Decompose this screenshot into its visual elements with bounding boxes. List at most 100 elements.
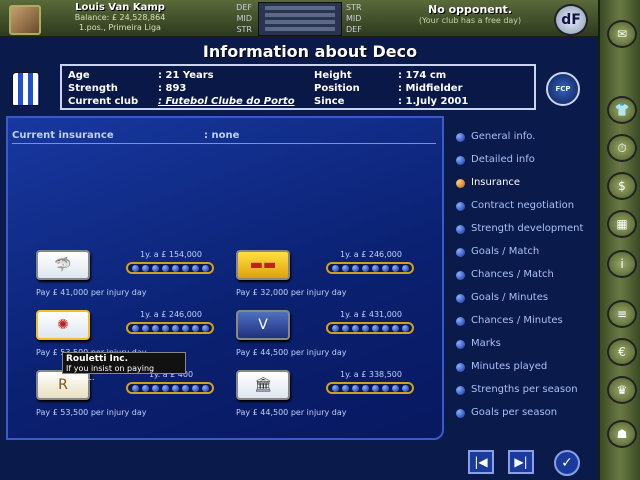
menu-label: Strength development [471, 223, 584, 234]
club-label: Current club [68, 96, 139, 107]
shark-icon[interactable]: 🦈 [36, 250, 90, 280]
bullet-icon [456, 179, 465, 188]
next-player-button[interactable]: ▶| [508, 450, 534, 474]
menu-label: Strengths per season [471, 384, 578, 395]
policy-cost: 1y. a £ 154,000 [140, 250, 202, 259]
shirt-icon[interactable]: 👕 [607, 96, 637, 124]
player-info-box: Age : 21 Years Height : 174 cm Strength … [60, 64, 536, 110]
info-row-age: Age : 21 Years Height : 174 cm [68, 70, 528, 82]
notes-icon[interactable]: ≡ [607, 300, 637, 328]
club-link[interactable]: : Futebol Clube do Porto [158, 96, 295, 107]
formation-label: MID [346, 14, 362, 23]
policy-cost: 1y. a £ 246,000 [340, 250, 402, 259]
bullet-icon [456, 202, 465, 211]
opponent-subtitle: (Your club has a free day) [418, 16, 522, 25]
menu-label: Goals per season [471, 407, 558, 418]
bullet-icon [456, 294, 465, 303]
bullet-icon [456, 133, 465, 142]
duration-slider[interactable] [326, 262, 414, 274]
temple-icon[interactable]: 🏛 [236, 370, 290, 400]
top-status-bar: Louis Van Kamp Balance: £ 24,528,864 1.p… [0, 0, 640, 38]
menu-item-marks[interactable]: Marks [456, 337, 596, 353]
menu-item-strengths-per-season[interactable]: Strengths per season [456, 383, 596, 399]
duration-slider[interactable] [326, 382, 414, 394]
roulette-icon[interactable]: ✺ [36, 310, 90, 340]
policy-cost: 1y. a £ 246,000 [140, 310, 202, 319]
opponent-title: No opponent. [427, 3, 512, 16]
policy-cost: 1y. a £ 338,500 [340, 370, 402, 379]
insurance-panel: Current insurance : none 🦈 Pay £ 41,000 … [6, 116, 444, 440]
stopwatch-icon[interactable]: ⏱ [607, 134, 637, 162]
tooltip-title: Rouletti Inc. [66, 354, 129, 364]
manager-name: Louis Van Kamp [75, 2, 165, 13]
formation-right: STR MID DEF [346, 2, 376, 35]
page-title: Information about Deco [202, 42, 418, 61]
policy-pay: Pay £ 53,500 per injury day [36, 408, 147, 417]
duration-slider[interactable] [326, 322, 414, 334]
menu-item-general-info[interactable]: General info. [456, 130, 596, 146]
menu-label: Insurance [471, 177, 521, 188]
team-shirt-icon [12, 72, 40, 106]
game-logo-icon[interactable]: dF [554, 4, 588, 36]
tooltip-text: If you insist on paying them... [66, 364, 155, 382]
menu-item-goals-minutes[interactable]: Goals / Minutes [456, 291, 596, 307]
menu-item-minutes-played[interactable]: Minutes played [456, 360, 596, 376]
menu-label: Detailed info [471, 154, 535, 165]
bullet-icon [456, 271, 465, 280]
age-label: Age [68, 70, 90, 81]
previous-player-button[interactable]: |◀ [468, 450, 494, 474]
policy-pay: Pay £ 44,500 per injury day [236, 408, 347, 417]
formation-label: STR [346, 3, 362, 12]
duration-slider[interactable] [126, 322, 214, 334]
mail-icon[interactable]: ✉ [607, 20, 637, 48]
info-row-strength: Strength : 893 Position : Midfielder [68, 83, 528, 95]
bullet-icon [456, 317, 465, 326]
stadium-icon[interactable]: ▦ [607, 210, 637, 238]
menu-label: Marks [471, 338, 501, 349]
height-label: Height [314, 70, 352, 81]
menu-item-goals-match[interactable]: Goals / Match [456, 245, 596, 261]
menu-item-insurance[interactable]: Insurance [456, 176, 596, 192]
ok-button[interactable]: ✓ [554, 450, 580, 476]
duration-slider[interactable] [126, 262, 214, 274]
formation-label: DEF [236, 3, 252, 12]
bullet-icon [456, 409, 465, 418]
menu-item-chances-minutes[interactable]: Chances / Minutes [456, 314, 596, 330]
bricks-icon[interactable]: ▬▬ [236, 250, 290, 280]
bullet-icon [456, 225, 465, 234]
manager-balance: Balance: £ 24,528,864 [74, 13, 166, 22]
formation-label: MID [236, 14, 252, 23]
position-value: : Midfielder [398, 83, 463, 94]
menu-item-goals-per-season[interactable]: Goals per season [456, 406, 596, 422]
euro-icon[interactable]: € [607, 338, 637, 366]
menu-label: Chances / Minutes [471, 315, 563, 326]
formation-left: DEF MID STR [222, 2, 252, 35]
menu-label: General info. [471, 131, 536, 142]
menu-item-detailed-info[interactable]: Detailed info [456, 153, 596, 169]
duration-slider[interactable] [126, 382, 214, 394]
bullet-icon [456, 340, 465, 349]
menu-item-contract-negotiation[interactable]: Contract negotiation [456, 199, 596, 215]
bullet-icon [456, 248, 465, 257]
policy-pay: Pay £ 44,500 per injury day [236, 348, 347, 357]
wings-icon[interactable]: V [236, 310, 290, 340]
player-icon[interactable]: ☗ [607, 420, 637, 448]
menu-item-chances-match[interactable]: Chances / Match [456, 268, 596, 284]
opponent-info: No opponent. (Your club has a free day) [380, 3, 560, 25]
club-badge-icon[interactable]: FCP [546, 72, 580, 106]
formation-label: DEF [346, 25, 362, 34]
manager-avatar[interactable] [9, 5, 41, 35]
position-label: Position [314, 83, 360, 94]
info-icon[interactable]: i [607, 250, 637, 278]
menu-label: Goals / Minutes [471, 292, 549, 303]
bullet-icon [456, 363, 465, 372]
strength-value: : 893 [158, 83, 187, 94]
trophy-icon[interactable]: ♛ [607, 376, 637, 404]
league-position: 1.pos., Primeira Liga [79, 23, 161, 32]
insurance-value: : none [204, 130, 240, 141]
formation-label: STR [236, 25, 252, 34]
since-value: : 1.July 2001 [398, 96, 469, 107]
menu-label: Minutes played [471, 361, 548, 372]
menu-item-strength-development[interactable]: Strength development [456, 222, 596, 238]
money-icon[interactable]: $ [607, 172, 637, 200]
